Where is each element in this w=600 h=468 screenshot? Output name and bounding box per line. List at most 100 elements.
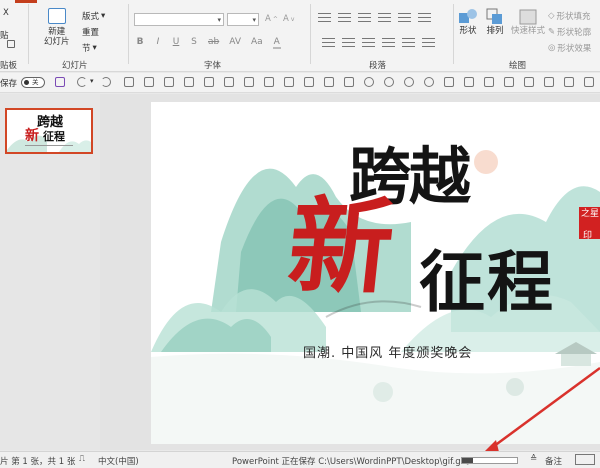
increase-indent-icon[interactable] xyxy=(378,13,391,22)
combine-icon[interactable] xyxy=(404,77,414,87)
language-status[interactable]: 中文(中国) xyxy=(98,455,139,467)
align-center-icon[interactable] xyxy=(304,77,314,87)
font-color-button[interactable]: A xyxy=(272,37,281,49)
autosave-label: 保存 xyxy=(0,79,18,89)
effects-icon: ◎ xyxy=(548,43,556,53)
scissors-icon: X xyxy=(3,8,9,18)
quick-styles-icon xyxy=(519,9,537,25)
align-right-icon[interactable] xyxy=(362,38,375,47)
align-text-icon[interactable] xyxy=(422,38,435,47)
new-slide-button[interactable]: 新建 幻灯片 xyxy=(44,8,70,47)
grid-icon[interactable] xyxy=(144,77,154,87)
thumbnail-title-2: 征程 xyxy=(43,130,65,143)
decrease-indent-icon[interactable] xyxy=(358,13,371,22)
thumbnail-title-accent: 新 xyxy=(25,128,39,144)
brush-icon xyxy=(7,40,15,48)
separator xyxy=(28,4,29,64)
shape-outline-button[interactable]: ✎ 形状轮廓 xyxy=(548,26,591,38)
bring-forward-icon[interactable] xyxy=(244,77,254,87)
align-center-icon[interactable] xyxy=(342,38,355,47)
group-label-paragraph: 段落 xyxy=(369,61,387,71)
italic-button[interactable]: I xyxy=(154,37,162,49)
shrink-font-button[interactable]: Av xyxy=(283,14,294,24)
layout-button[interactable]: 版式 ▾ xyxy=(82,10,245,121)
align-left-icon[interactable] xyxy=(322,38,335,47)
bullets-icon[interactable] xyxy=(318,13,331,22)
quick-access-toolbar: 保存 关 ▾ xyxy=(0,73,600,93)
align-top-icon[interactable] xyxy=(344,77,354,87)
shapes-icon xyxy=(459,9,477,23)
underline-button[interactable]: U xyxy=(172,37,180,49)
section-button[interactable]: 节 ▾ xyxy=(82,42,245,153)
chevron-down-icon: ▾ xyxy=(101,11,106,21)
union-icon[interactable] xyxy=(384,77,394,87)
ribbon: X 贴 贴板 新建 幻灯片 版式 ▾ 重置 节 ▾ 幻灯片 ▾ ▾ A ^ Av B … xyxy=(0,0,600,153)
shadow-button[interactable]: S xyxy=(190,37,198,49)
seal-text-top: 之星 xyxy=(581,209,600,219)
status-bar: 片 第 1 张，共 1 张 ⎍ 中文(中国) PowerPoint 正在保存 C… xyxy=(0,451,600,468)
slide-subtitle: 国潮. 中国风 年度颁奖晚会 xyxy=(303,346,473,361)
chevron-down-icon[interactable]: ▾ xyxy=(90,77,94,85)
paragraph-row-2 xyxy=(322,38,435,47)
shape-fill-button[interactable]: ◇ 形状填充 xyxy=(548,10,591,22)
font-family-combobox[interactable]: ▾ xyxy=(134,13,224,26)
columns-icon[interactable] xyxy=(402,38,415,47)
reset-button[interactable]: 重置 xyxy=(82,26,245,137)
notes-button[interactable]: 备注 xyxy=(545,455,562,467)
ungroup-icon[interactable] xyxy=(224,77,234,87)
autosave-toggle[interactable]: 关 xyxy=(21,77,45,88)
save-icon[interactable] xyxy=(55,77,65,87)
numbering-icon[interactable] xyxy=(338,13,351,22)
quick-styles-button[interactable]: 快速样式 xyxy=(511,8,545,36)
align-left-icon[interactable] xyxy=(284,77,294,87)
selection-pane-icon[interactable] xyxy=(524,77,534,87)
crop-icon[interactable] xyxy=(484,77,494,87)
accessibility-icon[interactable]: ⎍ xyxy=(79,454,85,464)
shapes-button[interactable]: 形状 xyxy=(458,8,478,36)
change-case-button[interactable]: Aa xyxy=(251,37,263,49)
undo-icon[interactable] xyxy=(77,77,87,87)
slide-thumbnail-1[interactable]: 跨越 新 征程 xyxy=(5,108,93,154)
chevron-down-icon: ▾ xyxy=(92,43,97,53)
merge-shapes-icon[interactable] xyxy=(364,77,374,87)
justify-icon[interactable] xyxy=(382,38,395,47)
chevron-down-icon: ▾ xyxy=(217,16,221,24)
presenter-icon[interactable] xyxy=(124,77,134,87)
separator xyxy=(128,4,129,64)
pen-icon: ✎ xyxy=(548,27,556,37)
paint-bucket-icon: ◇ xyxy=(548,11,555,21)
group-icon[interactable] xyxy=(204,77,214,87)
format-painter-button[interactable] xyxy=(7,40,15,48)
eyedropper-icon[interactable] xyxy=(504,77,514,87)
send-backward-icon[interactable] xyxy=(264,77,274,87)
group-label-drawing: 绘图 xyxy=(509,61,527,71)
align-right-icon[interactable] xyxy=(324,77,334,87)
more-commands-icon[interactable] xyxy=(584,77,594,87)
thumbnail-subtitle-line xyxy=(25,145,73,146)
strikethrough-button[interactable]: ab xyxy=(208,37,219,49)
notes-icon[interactable]: ≙ xyxy=(530,454,537,464)
shape-effects-button[interactable]: ◎ 形状效果 xyxy=(548,42,591,54)
normal-view-icon[interactable] xyxy=(575,454,595,465)
cut-button[interactable]: X xyxy=(3,8,9,18)
text-direction-icon[interactable] xyxy=(418,13,431,22)
separator xyxy=(310,4,311,64)
distribute-icon[interactable] xyxy=(184,77,194,87)
arrange-button[interactable]: 排列 xyxy=(486,8,504,36)
redo-icon[interactable] xyxy=(101,77,111,87)
intersect-icon[interactable] xyxy=(444,77,454,87)
grow-font-button[interactable]: A ^ xyxy=(265,14,278,24)
bold-button[interactable]: B xyxy=(136,37,144,49)
separator xyxy=(453,4,454,64)
save-progress-bar xyxy=(461,457,518,464)
line-spacing-icon[interactable] xyxy=(398,13,411,22)
align-icon[interactable] xyxy=(164,77,174,87)
fragment-icon[interactable] xyxy=(424,77,434,87)
character-spacing-button[interactable]: AV xyxy=(229,37,241,49)
font-size-combobox[interactable]: ▾ xyxy=(227,13,259,26)
title-line-2: 征程 xyxy=(419,243,555,321)
group-label-clipboard: 贴板 xyxy=(0,61,18,71)
animation-icon[interactable] xyxy=(564,77,574,87)
format-icon[interactable] xyxy=(544,77,554,87)
subtract-icon[interactable] xyxy=(464,77,474,87)
